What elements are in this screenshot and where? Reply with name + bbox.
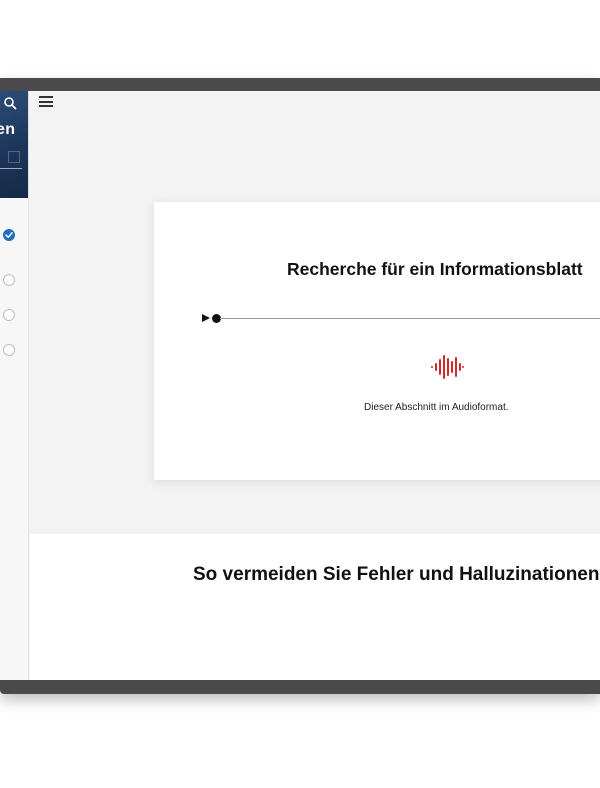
lesson-completed-icon[interactable]: [3, 229, 15, 241]
checkmark-icon: [5, 232, 13, 238]
audio-waveform-icon: [431, 355, 464, 379]
device-frame: en Recherche für ein Informationsblatt D…: [0, 78, 600, 694]
course-title-fragment: en: [0, 121, 16, 138]
lesson-incomplete-icon[interactable]: [3, 344, 15, 356]
audio-caption: Dieser Abschnitt im Audioformat.: [364, 402, 509, 413]
audio-card-title: Recherche für ein Informationsblatt: [287, 259, 583, 279]
search-icon[interactable]: [3, 96, 17, 110]
lesson-content: Recherche für ein Informationsblatt Dies…: [30, 91, 600, 680]
lesson-incomplete-icon[interactable]: [3, 274, 15, 286]
audio-progress-track[interactable]: [220, 318, 600, 319]
hero-divider: [0, 168, 22, 169]
next-section: So vermeiden Sie Fehler und Halluzinatio…: [30, 534, 600, 680]
hero-decoration: [8, 151, 20, 163]
app-screen: en Recherche für ein Informationsblatt D…: [0, 91, 600, 680]
lesson-incomplete-icon[interactable]: [3, 309, 15, 321]
course-hero-banner: en: [0, 91, 28, 198]
menu-icon[interactable]: [39, 96, 53, 107]
course-sidebar: en: [0, 91, 29, 680]
section-heading: So vermeiden Sie Fehler und Halluzinatio…: [193, 564, 600, 585]
play-icon[interactable]: [201, 313, 211, 323]
audio-card: Recherche für ein Informationsblatt Dies…: [154, 202, 600, 480]
